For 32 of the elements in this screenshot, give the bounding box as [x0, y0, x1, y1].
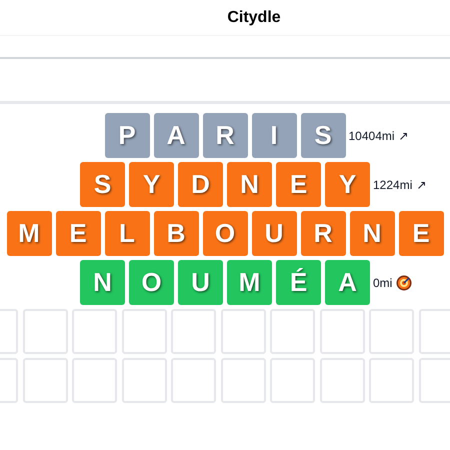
letter-tile: S: [80, 162, 125, 207]
app-title: Citydle: [227, 8, 281, 28]
letter-tile: Y: [129, 162, 174, 207]
letter-tile: P: [104, 113, 150, 158]
letter-tile: R: [300, 211, 346, 256]
letter-tile: M: [227, 260, 272, 305]
letter-tile: N: [350, 211, 394, 256]
distance-text: 10404mi: [348, 128, 395, 144]
distance-text: 1224mi: [373, 176, 412, 194]
letter-tile: Y: [325, 162, 370, 207]
letter-tile: B: [154, 211, 198, 256]
letter-tile: U: [178, 260, 223, 305]
letter-tile: N: [80, 260, 125, 305]
letter-tile: A: [154, 113, 198, 158]
letter-tile: A: [325, 260, 370, 305]
letter-tile: O: [129, 260, 174, 305]
letter-tile: E: [398, 211, 444, 256]
letter-tile: L: [104, 211, 150, 256]
direction-arrow: ↗: [416, 176, 426, 194]
letter-tile: U: [252, 211, 296, 256]
letter-tile: M: [6, 211, 52, 256]
direction-arrow: ↗: [398, 128, 409, 144]
letter-tile: É: [276, 260, 321, 305]
letter-tile: N: [227, 162, 272, 207]
letter-tile: R: [202, 113, 248, 158]
letter-tile: I: [252, 113, 296, 158]
letter-tile: D: [178, 162, 223, 207]
letter-tile: E: [276, 162, 321, 207]
distance-text: 0mi: [373, 274, 392, 292]
letter-tile: S: [300, 113, 346, 158]
letter-tile: E: [56, 211, 100, 256]
letter-tile: O: [202, 211, 248, 256]
